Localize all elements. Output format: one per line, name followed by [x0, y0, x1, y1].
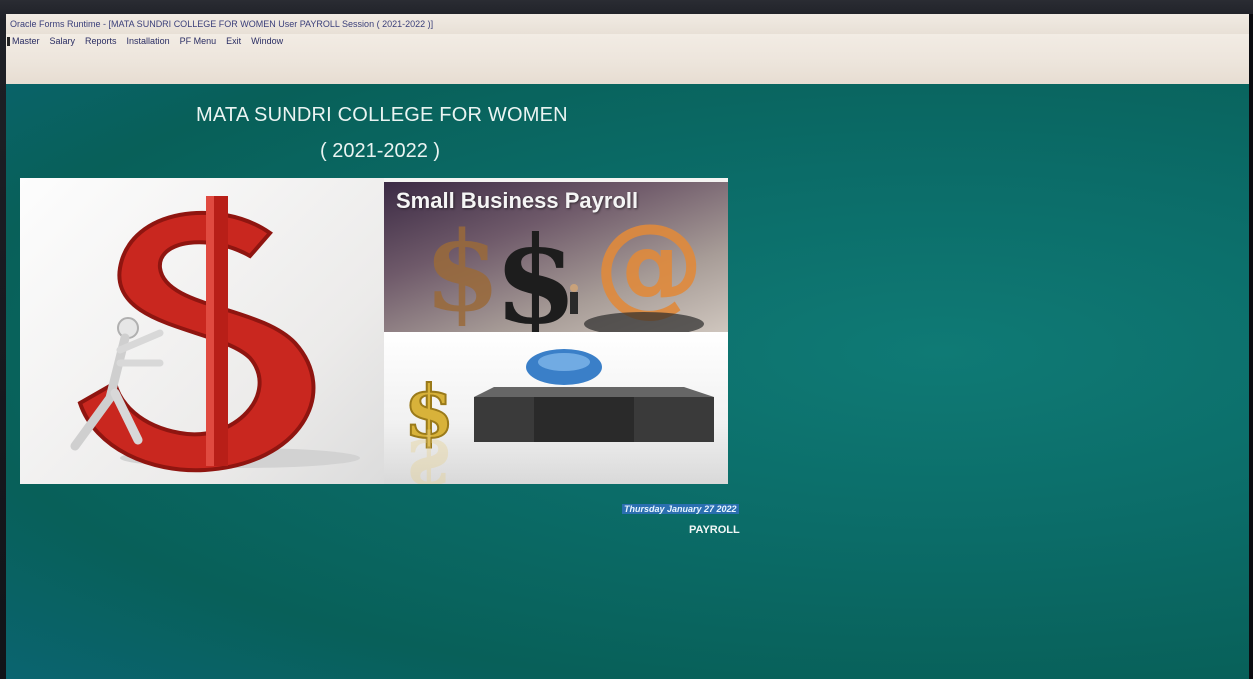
- monitor-screen: Oracle Forms Runtime - [MATA SUNDRI COLL…: [0, 0, 1253, 679]
- menu-pf-menu[interactable]: PF Menu: [179, 36, 218, 46]
- menu-master-label: Master: [12, 36, 40, 46]
- svg-text:@: @: [594, 200, 704, 328]
- module-name: PAYROLL: [689, 524, 740, 536]
- window-title: Oracle Forms Runtime - [MATA SUNDRI COLL…: [10, 19, 434, 29]
- payroll-banner-image: $ $ @ Small Business Payroll $ $: [20, 178, 728, 484]
- svg-text:$: $: [404, 423, 454, 484]
- session-year-heading: ( 2021-2022 ): [320, 140, 441, 162]
- menu-window[interactable]: Window: [250, 36, 284, 46]
- banner-caption: Small Business Payroll: [396, 188, 639, 213]
- main-canvas: MATA SUNDRI COLLEGE FOR WOMEN ( 2021-202…: [6, 84, 1253, 679]
- red-dollar-sign-with-figure-icon: [20, 178, 384, 484]
- monitor-bezel: [1249, 14, 1253, 679]
- window-titlebar[interactable]: Oracle Forms Runtime - [MATA SUNDRI COLL…: [6, 14, 1253, 34]
- menu-bar: Master Salary Reports Installation PF Me…: [6, 34, 1253, 84]
- svg-text:$: $: [494, 210, 578, 332]
- window-marker-icon: [7, 37, 10, 47]
- menu-items: Master Salary Reports Installation PF Me…: [6, 36, 284, 47]
- college-name-heading: MATA SUNDRI COLLEGE FOR WOMEN: [196, 104, 568, 126]
- menu-reports[interactable]: Reports: [84, 36, 118, 46]
- svg-text:$: $: [424, 207, 501, 332]
- current-date: Thursday January 27 2022: [622, 504, 739, 514]
- menu-master[interactable]: Master: [6, 36, 41, 47]
- menu-installation[interactable]: Installation: [126, 36, 171, 46]
- menu-salary[interactable]: Salary: [49, 36, 77, 46]
- oracle-forms-window: Oracle Forms Runtime - [MATA SUNDRI COLL…: [6, 14, 1253, 679]
- gold-dollar-and-globe-icon: $ $: [384, 332, 728, 484]
- dollar-and-at-symbols-icon: $ $ @ Small Business Payroll: [384, 182, 728, 332]
- menu-exit[interactable]: Exit: [225, 36, 242, 46]
